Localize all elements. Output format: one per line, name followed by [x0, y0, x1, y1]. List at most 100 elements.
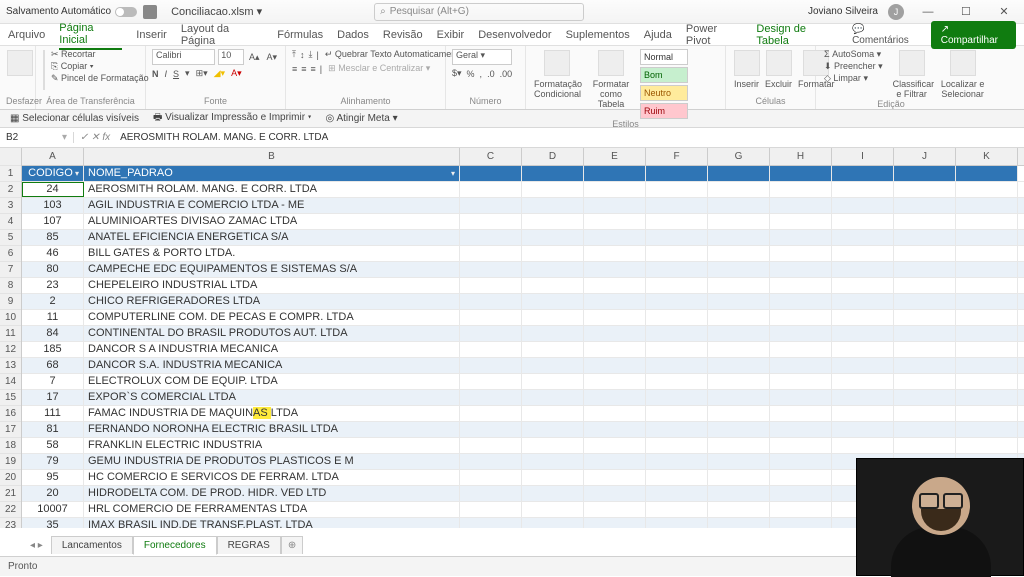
- cell[interactable]: [522, 374, 584, 389]
- row-header[interactable]: 18: [0, 438, 21, 454]
- cell[interactable]: [522, 182, 584, 197]
- wrap-text-button[interactable]: ↵ Quebrar Texto Automaticamente: [323, 49, 466, 60]
- cell[interactable]: 80: [22, 262, 84, 277]
- cell[interactable]: [894, 246, 956, 261]
- cell[interactable]: [522, 198, 584, 213]
- conditional-format-button[interactable]: [544, 50, 570, 76]
- cell[interactable]: [708, 214, 770, 229]
- cell[interactable]: EXPOR`S COMERCIAL LTDA: [84, 390, 460, 405]
- cell[interactable]: [708, 454, 770, 469]
- cell[interactable]: 103: [22, 198, 84, 213]
- cell[interactable]: GEMU INDUSTRIA DE PRODUTOS PLASTICOS E M: [84, 454, 460, 469]
- cell[interactable]: [708, 438, 770, 453]
- cell[interactable]: [708, 406, 770, 421]
- cell[interactable]: [894, 278, 956, 293]
- cell[interactable]: [956, 390, 1018, 405]
- cell[interactable]: [956, 422, 1018, 437]
- comma-button[interactable]: ,: [480, 69, 483, 79]
- cell[interactable]: [522, 454, 584, 469]
- cell[interactable]: [646, 342, 708, 357]
- cell[interactable]: [460, 470, 522, 485]
- cell[interactable]: [832, 438, 894, 453]
- cell[interactable]: 24: [22, 182, 84, 197]
- maximize-button[interactable]: ☐: [952, 5, 980, 18]
- cell[interactable]: [460, 374, 522, 389]
- cell[interactable]: COMPUTERLINE COM. DE PECAS E COMPR. LTDA: [84, 310, 460, 325]
- cell[interactable]: [956, 406, 1018, 421]
- decrease-decimal-button[interactable]: .00: [500, 69, 513, 79]
- row-header[interactable]: 4: [0, 214, 21, 230]
- col-header-J[interactable]: J: [894, 148, 956, 165]
- cell[interactable]: [460, 182, 522, 197]
- cell[interactable]: 79: [22, 454, 84, 469]
- cell[interactable]: [832, 374, 894, 389]
- cell[interactable]: [770, 454, 832, 469]
- cell[interactable]: [584, 406, 646, 421]
- row-header[interactable]: 11: [0, 326, 21, 342]
- cell[interactable]: [646, 310, 708, 325]
- fill-button[interactable]: ⬇ Preencher ▾: [822, 61, 885, 72]
- cell[interactable]: 107: [22, 214, 84, 229]
- tab-página-inicial[interactable]: Página Inicial: [59, 20, 122, 50]
- user-name[interactable]: Joviano Silveira: [808, 6, 878, 17]
- cell[interactable]: [894, 438, 956, 453]
- table-header[interactable]: NOME_PADRAO▾: [84, 166, 460, 181]
- cell[interactable]: DANCOR S A INDUSTRIA MECANICA: [84, 342, 460, 357]
- comments-button[interactable]: 💬 Comentários: [852, 24, 921, 46]
- name-box[interactable]: B2 ▾: [0, 132, 74, 143]
- cell[interactable]: [894, 390, 956, 405]
- cell[interactable]: [832, 182, 894, 197]
- fill-color-button[interactable]: ◢▾: [214, 68, 225, 79]
- cell[interactable]: [894, 214, 956, 229]
- format-painter-button[interactable]: ✎ Pincel de Formatação: [49, 73, 151, 84]
- cell[interactable]: [646, 486, 708, 501]
- cell[interactable]: [646, 246, 708, 261]
- cell[interactable]: [584, 230, 646, 245]
- cell[interactable]: [460, 438, 522, 453]
- cell[interactable]: [708, 246, 770, 261]
- tab-design-de-tabela[interactable]: Design de Tabela: [756, 21, 838, 49]
- row-header[interactable]: 21: [0, 486, 21, 502]
- cell[interactable]: [956, 230, 1018, 245]
- cell[interactable]: CAMPECHE EDC EQUIPAMENTOS E SISTEMAS S/A: [84, 262, 460, 277]
- border-button[interactable]: ⊞▾: [196, 68, 208, 79]
- cell[interactable]: [460, 406, 522, 421]
- cell[interactable]: [956, 358, 1018, 373]
- cell[interactable]: [584, 454, 646, 469]
- cell[interactable]: 85: [22, 230, 84, 245]
- cell[interactable]: [584, 470, 646, 485]
- cell[interactable]: CONTINENTAL DO BRASIL PRODUTOS AUT. LTDA: [84, 326, 460, 341]
- cell[interactable]: [522, 358, 584, 373]
- cell[interactable]: [708, 422, 770, 437]
- cell[interactable]: [584, 342, 646, 357]
- font-name-combo[interactable]: Calibri: [152, 49, 215, 65]
- cell[interactable]: [770, 486, 832, 501]
- cell[interactable]: 46: [22, 246, 84, 261]
- cell[interactable]: CHEPELEIRO INDUSTRIAL LTDA: [84, 278, 460, 293]
- number-format-combo[interactable]: Geral ▾: [452, 49, 512, 65]
- cell[interactable]: [460, 518, 522, 528]
- cell[interactable]: [460, 422, 522, 437]
- cell[interactable]: 11: [22, 310, 84, 325]
- cell[interactable]: [956, 294, 1018, 309]
- cell[interactable]: [832, 342, 894, 357]
- minimize-button[interactable]: —: [914, 6, 942, 18]
- cell[interactable]: [646, 518, 708, 528]
- cell[interactable]: [708, 374, 770, 389]
- cell[interactable]: [460, 358, 522, 373]
- cell[interactable]: [770, 262, 832, 277]
- save-icon[interactable]: [143, 5, 157, 19]
- cell[interactable]: [522, 502, 584, 517]
- merge-button[interactable]: ⊞ Mesclar e Centralizar ▾: [326, 63, 432, 74]
- undo-icon[interactable]: [7, 50, 33, 76]
- cell[interactable]: [708, 358, 770, 373]
- cell[interactable]: [460, 502, 522, 517]
- cell[interactable]: [646, 294, 708, 309]
- avatar[interactable]: J: [888, 4, 904, 20]
- cell[interactable]: [894, 358, 956, 373]
- cell[interactable]: [708, 502, 770, 517]
- cell[interactable]: [522, 486, 584, 501]
- style-chip-neutro[interactable]: Neutro: [640, 85, 688, 101]
- cell[interactable]: [522, 230, 584, 245]
- cell[interactable]: 23: [22, 278, 84, 293]
